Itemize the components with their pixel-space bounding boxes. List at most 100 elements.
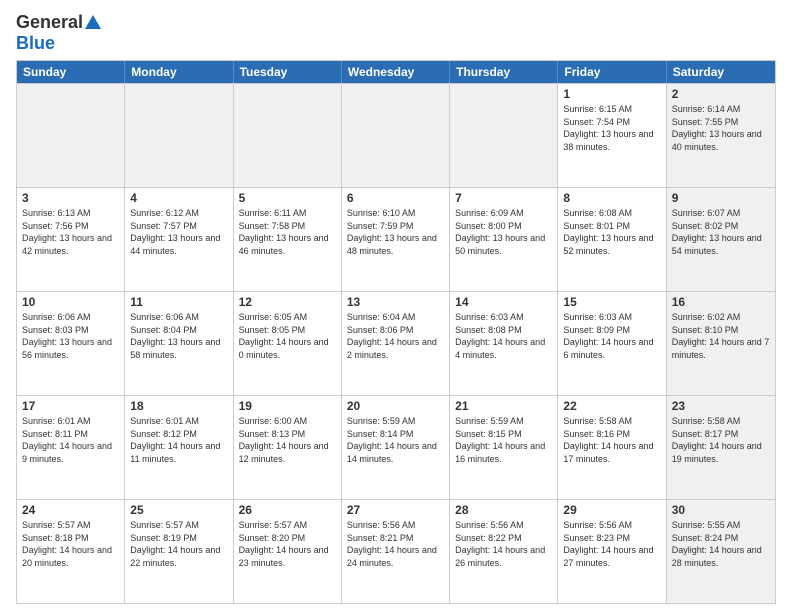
day-cell-9: 9 Sunrise: 6:07 AM Sunset: 8:02 PM Daylig… <box>667 188 775 291</box>
day-info: Sunrise: 6:04 AM Sunset: 8:06 PM Dayligh… <box>347 311 444 361</box>
day-number: 1 <box>563 87 660 101</box>
day-info: Sunrise: 5:58 AM Sunset: 8:17 PM Dayligh… <box>672 415 770 465</box>
day-info: Sunrise: 6:13 AM Sunset: 7:56 PM Dayligh… <box>22 207 119 257</box>
calendar-row-1: 3 Sunrise: 6:13 AM Sunset: 7:56 PM Daylig… <box>17 187 775 291</box>
day-cell-28: 28 Sunrise: 5:56 AM Sunset: 8:22 PM Dayli… <box>450 500 558 603</box>
empty-cell <box>342 84 450 187</box>
logo-general: General <box>16 12 83 33</box>
header-cell-tuesday: Tuesday <box>234 61 342 83</box>
day-info: Sunrise: 6:01 AM Sunset: 8:12 PM Dayligh… <box>130 415 227 465</box>
day-info: Sunrise: 6:10 AM Sunset: 7:59 PM Dayligh… <box>347 207 444 257</box>
day-number: 4 <box>130 191 227 205</box>
day-number: 11 <box>130 295 227 309</box>
day-cell-27: 27 Sunrise: 5:56 AM Sunset: 8:21 PM Dayli… <box>342 500 450 603</box>
logo-blue: Blue <box>16 33 55 54</box>
day-info: Sunrise: 5:57 AM Sunset: 8:19 PM Dayligh… <box>130 519 227 569</box>
day-info: Sunrise: 6:03 AM Sunset: 8:08 PM Dayligh… <box>455 311 552 361</box>
day-info: Sunrise: 6:05 AM Sunset: 8:05 PM Dayligh… <box>239 311 336 361</box>
header: General Blue <box>16 12 776 54</box>
day-info: Sunrise: 6:00 AM Sunset: 8:13 PM Dayligh… <box>239 415 336 465</box>
day-number: 10 <box>22 295 119 309</box>
day-number: 28 <box>455 503 552 517</box>
logo: General Blue <box>16 12 101 54</box>
calendar-row-4: 24 Sunrise: 5:57 AM Sunset: 8:18 PM Dayli… <box>17 499 775 603</box>
day-cell-16: 16 Sunrise: 6:02 AM Sunset: 8:10 PM Dayli… <box>667 292 775 395</box>
day-cell-18: 18 Sunrise: 6:01 AM Sunset: 8:12 PM Dayli… <box>125 396 233 499</box>
calendar-row-0: 1 Sunrise: 6:15 AM Sunset: 7:54 PM Daylig… <box>17 83 775 187</box>
day-info: Sunrise: 5:57 AM Sunset: 8:18 PM Dayligh… <box>22 519 119 569</box>
day-cell-7: 7Sunrise: 6:09 AM Sunset: 8:00 PM Daylig… <box>450 188 558 291</box>
calendar: SundayMondayTuesdayWednesdayThursdayFrid… <box>16 60 776 604</box>
day-number: 17 <box>22 399 119 413</box>
day-cell-5: 5Sunrise: 6:11 AM Sunset: 7:58 PM Daylig… <box>234 188 342 291</box>
header-cell-sunday: Sunday <box>17 61 125 83</box>
day-cell-11: 11Sunrise: 6:06 AM Sunset: 8:04 PM Dayli… <box>125 292 233 395</box>
day-number: 3 <box>22 191 119 205</box>
day-cell-10: 10 Sunrise: 6:06 AM Sunset: 8:03 PM Dayli… <box>17 292 125 395</box>
day-number: 8 <box>563 191 660 205</box>
day-number: 30 <box>672 503 770 517</box>
day-cell-24: 24 Sunrise: 5:57 AM Sunset: 8:18 PM Dayli… <box>17 500 125 603</box>
day-info: Sunrise: 5:59 AM Sunset: 8:15 PM Dayligh… <box>455 415 552 465</box>
day-number: 18 <box>130 399 227 413</box>
day-info: Sunrise: 6:11 AM Sunset: 7:58 PM Dayligh… <box>239 207 336 257</box>
calendar-row-3: 17 Sunrise: 6:01 AM Sunset: 8:11 PM Dayli… <box>17 395 775 499</box>
calendar-header: SundayMondayTuesdayWednesdayThursdayFrid… <box>17 61 775 83</box>
day-cell-19: 19 Sunrise: 6:00 AM Sunset: 8:13 PM Dayli… <box>234 396 342 499</box>
day-number: 23 <box>672 399 770 413</box>
logo-blue-text: Blue <box>16 33 55 54</box>
day-cell-13: 13 Sunrise: 6:04 AM Sunset: 8:06 PM Dayli… <box>342 292 450 395</box>
header-cell-wednesday: Wednesday <box>342 61 450 83</box>
day-info: Sunrise: 5:55 AM Sunset: 8:24 PM Dayligh… <box>672 519 770 569</box>
day-cell-20: 20Sunrise: 5:59 AM Sunset: 8:14 PM Dayli… <box>342 396 450 499</box>
day-info: Sunrise: 6:14 AM Sunset: 7:55 PM Dayligh… <box>672 103 770 153</box>
logo-text: General <box>16 12 101 33</box>
empty-cell <box>234 84 342 187</box>
header-cell-saturday: Saturday <box>667 61 775 83</box>
day-number: 14 <box>455 295 552 309</box>
day-number: 27 <box>347 503 444 517</box>
day-info: Sunrise: 6:06 AM Sunset: 8:03 PM Dayligh… <box>22 311 119 361</box>
day-number: 13 <box>347 295 444 309</box>
day-cell-21: 21 Sunrise: 5:59 AM Sunset: 8:15 PM Dayli… <box>450 396 558 499</box>
day-cell-3: 3 Sunrise: 6:13 AM Sunset: 7:56 PM Daylig… <box>17 188 125 291</box>
day-number: 26 <box>239 503 336 517</box>
header-cell-friday: Friday <box>558 61 666 83</box>
day-number: 9 <box>672 191 770 205</box>
day-cell-14: 14 Sunrise: 6:03 AM Sunset: 8:08 PM Dayli… <box>450 292 558 395</box>
day-cell-26: 26 Sunrise: 5:57 AM Sunset: 8:20 PM Dayli… <box>234 500 342 603</box>
day-number: 20 <box>347 399 444 413</box>
day-cell-29: 29Sunrise: 5:56 AM Sunset: 8:23 PM Dayli… <box>558 500 666 603</box>
empty-cell <box>125 84 233 187</box>
day-info: Sunrise: 5:56 AM Sunset: 8:21 PM Dayligh… <box>347 519 444 569</box>
day-number: 6 <box>347 191 444 205</box>
day-info: Sunrise: 5:56 AM Sunset: 8:23 PM Dayligh… <box>563 519 660 569</box>
day-info: Sunrise: 6:03 AM Sunset: 8:09 PM Dayligh… <box>563 311 660 361</box>
day-info: Sunrise: 6:02 AM Sunset: 8:10 PM Dayligh… <box>672 311 770 361</box>
day-number: 21 <box>455 399 552 413</box>
day-cell-22: 22Sunrise: 5:58 AM Sunset: 8:16 PM Dayli… <box>558 396 666 499</box>
day-info: Sunrise: 5:57 AM Sunset: 8:20 PM Dayligh… <box>239 519 336 569</box>
header-cell-monday: Monday <box>125 61 233 83</box>
day-info: Sunrise: 5:56 AM Sunset: 8:22 PM Dayligh… <box>455 519 552 569</box>
empty-cell <box>450 84 558 187</box>
day-cell-15: 15 Sunrise: 6:03 AM Sunset: 8:09 PM Dayli… <box>558 292 666 395</box>
day-number: 19 <box>239 399 336 413</box>
day-info: Sunrise: 5:58 AM Sunset: 8:16 PM Dayligh… <box>563 415 660 465</box>
day-info: Sunrise: 6:09 AM Sunset: 8:00 PM Dayligh… <box>455 207 552 257</box>
day-info: Sunrise: 6:15 AM Sunset: 7:54 PM Dayligh… <box>563 103 660 153</box>
day-number: 16 <box>672 295 770 309</box>
empty-cell <box>17 84 125 187</box>
day-info: Sunrise: 6:01 AM Sunset: 8:11 PM Dayligh… <box>22 415 119 465</box>
header-cell-thursday: Thursday <box>450 61 558 83</box>
day-cell-2: 2 Sunrise: 6:14 AM Sunset: 7:55 PM Daylig… <box>667 84 775 187</box>
day-info: Sunrise: 6:07 AM Sunset: 8:02 PM Dayligh… <box>672 207 770 257</box>
day-number: 2 <box>672 87 770 101</box>
day-cell-4: 4Sunrise: 6:12 AM Sunset: 7:57 PM Daylig… <box>125 188 233 291</box>
day-number: 24 <box>22 503 119 517</box>
day-cell-17: 17 Sunrise: 6:01 AM Sunset: 8:11 PM Dayli… <box>17 396 125 499</box>
calendar-body: 1 Sunrise: 6:15 AM Sunset: 7:54 PM Daylig… <box>17 83 775 603</box>
day-number: 15 <box>563 295 660 309</box>
day-cell-12: 12Sunrise: 6:05 AM Sunset: 8:05 PM Dayli… <box>234 292 342 395</box>
calendar-row-2: 10 Sunrise: 6:06 AM Sunset: 8:03 PM Dayli… <box>17 291 775 395</box>
